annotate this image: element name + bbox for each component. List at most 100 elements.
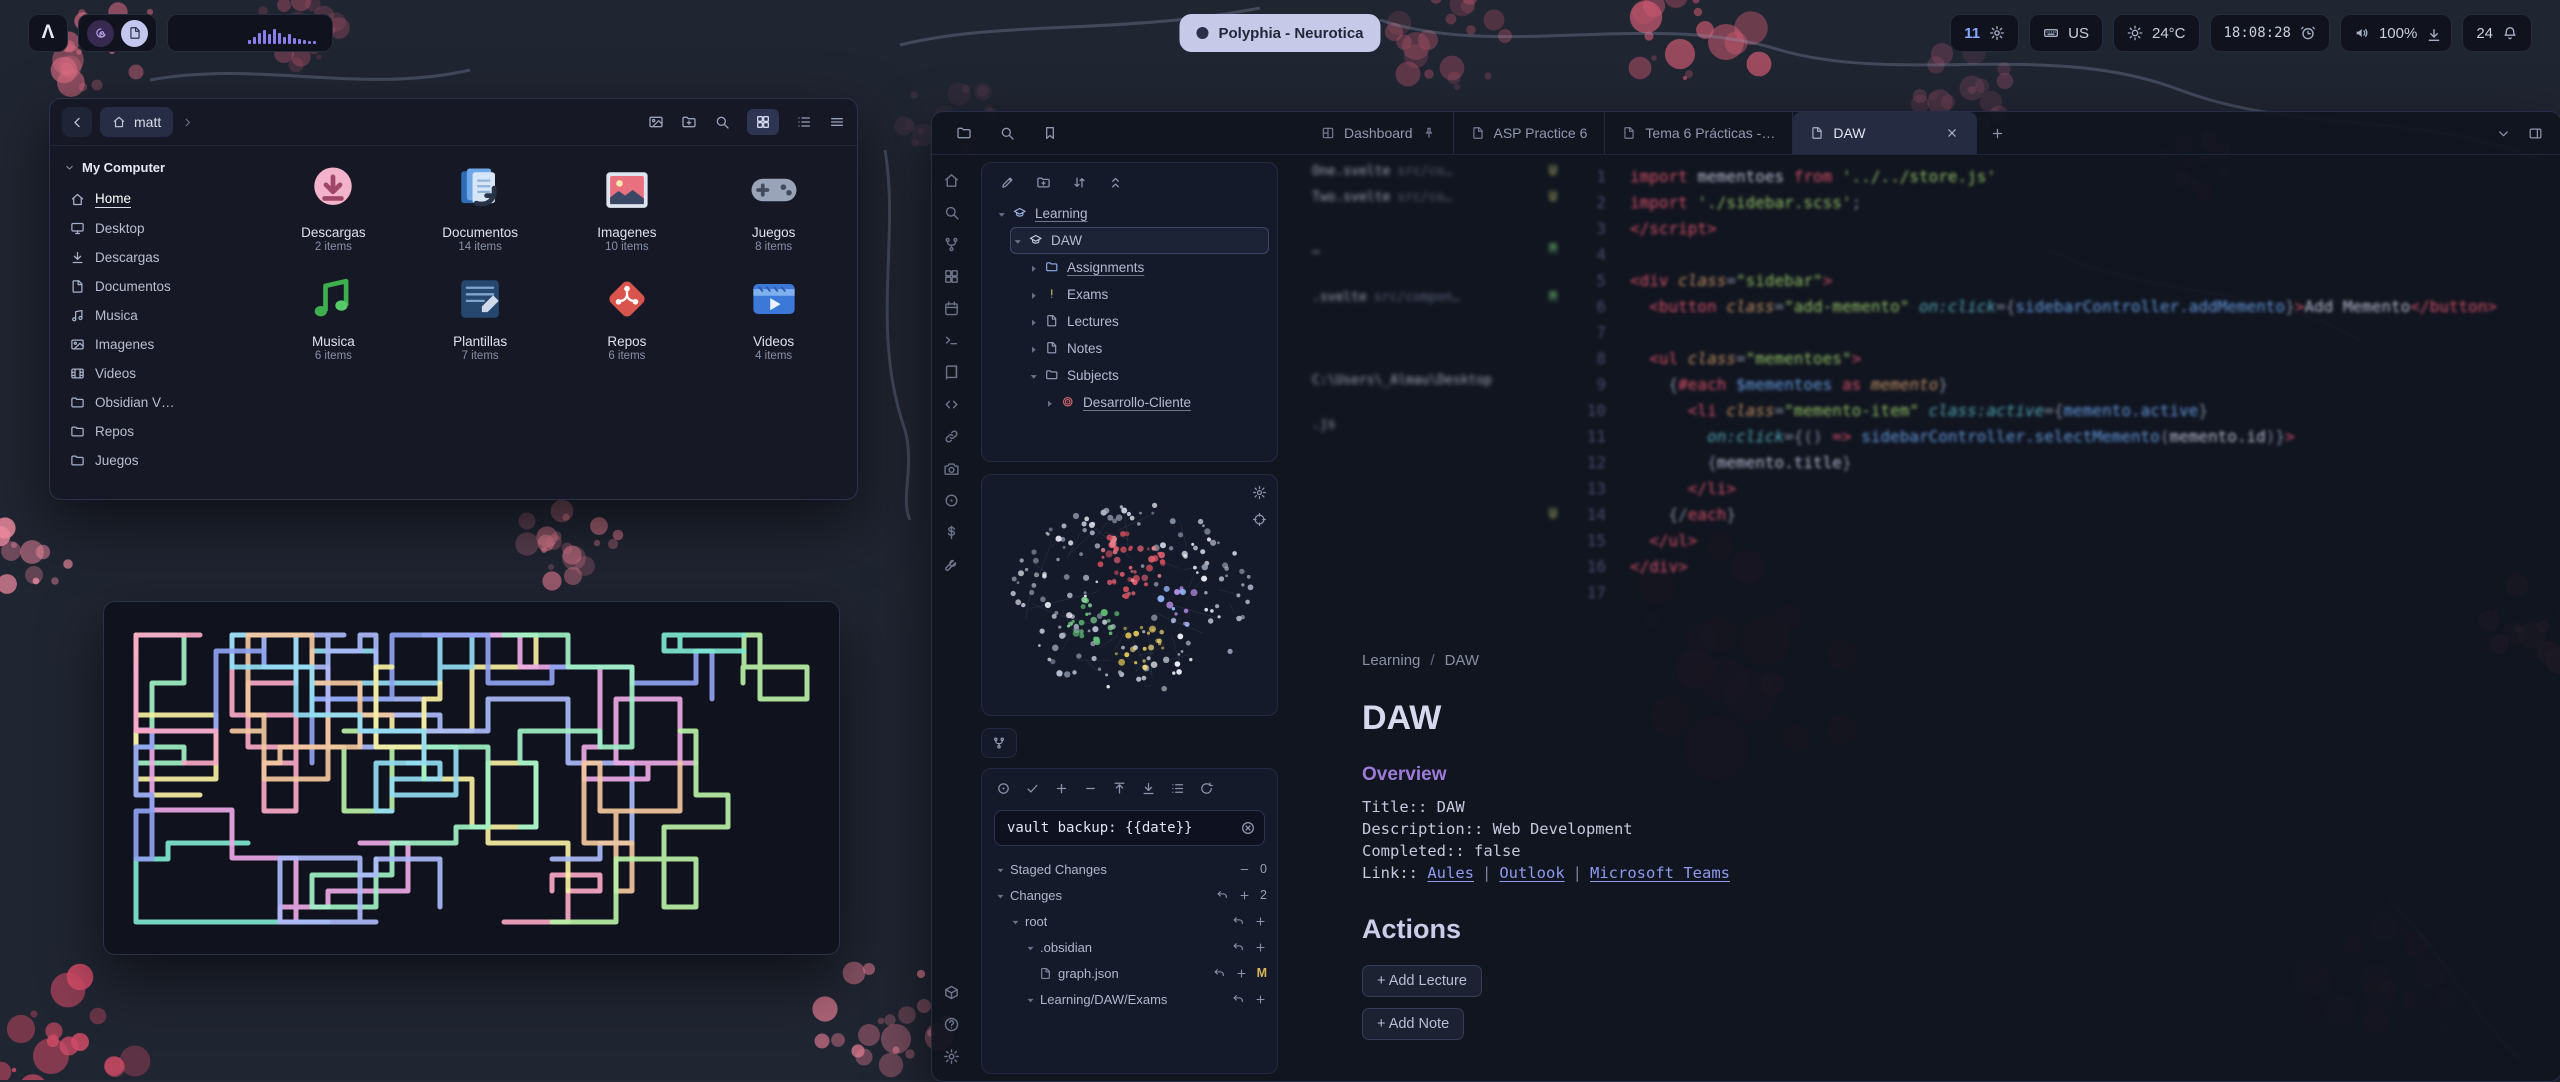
tree-item-lectures[interactable]: Lectures bbox=[1026, 308, 1269, 335]
updates-module[interactable]: 11 bbox=[1950, 14, 2019, 52]
folder-descargas[interactable]: Descargas2 items bbox=[260, 160, 407, 253]
caret-down-icon[interactable] bbox=[994, 864, 1004, 874]
caret-right-icon[interactable] bbox=[1027, 289, 1038, 300]
caret-right-icon[interactable] bbox=[1027, 316, 1038, 327]
clear-commit-icon[interactable] bbox=[1240, 820, 1256, 836]
ribbon-git-fork-icon[interactable] bbox=[943, 236, 960, 253]
caret-down-icon[interactable] bbox=[1009, 916, 1019, 926]
sidebar-item-juegos[interactable]: Juegos bbox=[62, 446, 238, 475]
graph-settings-icon[interactable] bbox=[1252, 485, 1267, 500]
caret-right-icon[interactable] bbox=[1027, 262, 1038, 273]
music-module[interactable]: Polyphia - Neurotica bbox=[1179, 14, 1380, 52]
ribbon-grid-icon[interactable] bbox=[943, 268, 960, 285]
explorer-collapse-icon[interactable] bbox=[1108, 175, 1123, 190]
volume-module[interactable]: 100% bbox=[2340, 14, 2452, 52]
grid-view-icon[interactable] bbox=[747, 109, 779, 135]
caret-down-icon[interactable] bbox=[994, 890, 1004, 900]
action-button-add-lecture[interactable]: + Add Lecture bbox=[1362, 965, 1482, 997]
ribbon-circle-dot-icon[interactable] bbox=[943, 492, 960, 509]
sidebar-item-home[interactable]: Home bbox=[62, 185, 238, 214]
notifications-module[interactable]: 24 bbox=[2462, 14, 2532, 52]
graph-view-panel[interactable] bbox=[981, 474, 1278, 716]
back-button[interactable] bbox=[62, 107, 92, 137]
keyboard-layout-module[interactable]: US bbox=[2029, 14, 2103, 52]
explorer-pencil-icon[interactable] bbox=[1000, 175, 1015, 190]
ribbon-book-icon[interactable] bbox=[943, 364, 960, 381]
git-row-root[interactable]: root bbox=[992, 908, 1267, 934]
note-link-aules[interactable]: Aules bbox=[1427, 864, 1474, 882]
git-list-icon[interactable] bbox=[1170, 781, 1185, 796]
git-panel-toggle[interactable] bbox=[981, 728, 1017, 758]
tab-daw[interactable]: DAW bbox=[1793, 112, 1976, 154]
graph-focus-icon[interactable] bbox=[1252, 512, 1267, 527]
tab-dashboard[interactable]: Dashboard bbox=[1304, 112, 1454, 154]
screenshot-icon[interactable] bbox=[648, 114, 664, 130]
git-action-undo-icon[interactable] bbox=[1232, 993, 1245, 1006]
weather-module[interactable]: 24°C bbox=[2113, 14, 2200, 52]
new-tab-button[interactable] bbox=[1977, 112, 2019, 154]
folder-repos[interactable]: Repos6 items bbox=[554, 269, 701, 362]
bookmark-tab-icon[interactable] bbox=[1042, 125, 1058, 141]
breadcrumb-part[interactable]: Learning bbox=[1362, 652, 1420, 669]
sidebar-item-musica[interactable]: Musica bbox=[62, 301, 238, 330]
ribbon-terminal-icon[interactable] bbox=[943, 332, 960, 349]
caret-down-icon[interactable] bbox=[1011, 235, 1022, 246]
sidebar-item-imagenes[interactable]: Imagenes bbox=[62, 330, 238, 359]
app-obsidian-button[interactable] bbox=[87, 20, 114, 47]
git-action-undo-icon[interactable] bbox=[1213, 967, 1226, 980]
git-action-undo-icon[interactable] bbox=[1232, 941, 1245, 954]
git-circle-dot-icon[interactable] bbox=[996, 781, 1011, 796]
tab-asp-practice-6[interactable]: ASP Practice 6 bbox=[1454, 112, 1606, 154]
git-action-undo-icon[interactable] bbox=[1216, 889, 1229, 902]
folder-videos[interactable]: Videos4 items bbox=[700, 269, 847, 362]
tab-tema-6-pr-cticas[interactable]: Tema 6 Prácticas -… bbox=[1605, 112, 1793, 154]
folder-plantillas[interactable]: Plantillas7 items bbox=[407, 269, 554, 362]
launcher-button[interactable]: Λ bbox=[28, 14, 68, 52]
app-notes-button[interactable] bbox=[121, 20, 148, 47]
git-refresh-icon[interactable] bbox=[1199, 781, 1214, 796]
caret-down-icon[interactable] bbox=[1024, 942, 1034, 952]
ribbon-code-icon[interactable] bbox=[943, 396, 960, 413]
ribbon-dollar-icon[interactable] bbox=[943, 524, 960, 541]
ribbon-camera-icon[interactable] bbox=[943, 460, 960, 477]
ribbon-home-icon[interactable] bbox=[943, 172, 960, 189]
git-upload-icon[interactable] bbox=[1112, 781, 1127, 796]
caret-down-icon[interactable] bbox=[1024, 994, 1034, 1004]
ribbon-search-icon[interactable] bbox=[943, 204, 960, 221]
sidebar-item-obsidian-v[interactable]: Obsidian V… bbox=[62, 388, 238, 417]
tree-item-subjects[interactable]: Subjects bbox=[1026, 362, 1269, 389]
git-action-undo-icon[interactable] bbox=[1232, 915, 1245, 928]
sidebar-section-header[interactable]: My Computer bbox=[64, 160, 238, 175]
sidebar-item-documentos[interactable]: Documentos bbox=[62, 272, 238, 301]
tree-item-assignments[interactable]: Assignments bbox=[1026, 254, 1269, 281]
commit-message-input[interactable] bbox=[994, 810, 1265, 846]
menu-icon[interactable] bbox=[829, 114, 845, 130]
note-breadcrumb[interactable]: Learning/DAW bbox=[1362, 652, 2182, 669]
tree-item-notes[interactable]: Notes bbox=[1026, 335, 1269, 362]
graph-canvas[interactable] bbox=[982, 475, 1279, 717]
git-row-learning-daw-exams[interactable]: Learning/DAW/Exams bbox=[992, 986, 1267, 1012]
new-folder-icon[interactable] bbox=[681, 114, 697, 130]
caret-down-icon[interactable] bbox=[1027, 370, 1038, 381]
ribbon-calendar-icon[interactable] bbox=[943, 300, 960, 317]
folder-juegos[interactable]: Juegos8 items bbox=[700, 160, 847, 253]
note-link-outlook[interactable]: Outlook bbox=[1499, 864, 1564, 882]
git-action-minus-icon[interactable] bbox=[1238, 863, 1251, 876]
close-tab-icon[interactable] bbox=[1945, 126, 1959, 140]
ribbon-help-icon[interactable] bbox=[943, 1016, 960, 1033]
search-icon[interactable] bbox=[714, 114, 730, 130]
toggle-right-sidebar-icon[interactable] bbox=[2528, 126, 2543, 141]
git-minus-icon[interactable] bbox=[1083, 781, 1098, 796]
git-row-obsidian[interactable]: .obsidian bbox=[992, 934, 1267, 960]
git-plus-icon[interactable] bbox=[1054, 781, 1069, 796]
caret-right-icon[interactable] bbox=[1043, 397, 1054, 408]
tree-item-learning[interactable]: Learning bbox=[994, 200, 1269, 227]
breadcrumb-part[interactable]: DAW bbox=[1445, 652, 1479, 669]
git-action-plus-icon[interactable] bbox=[1254, 993, 1267, 1006]
ribbon-wrench-icon[interactable] bbox=[943, 556, 960, 573]
git-action-plus-icon[interactable] bbox=[1235, 967, 1248, 980]
git-row-staged-changes[interactable]: Staged Changes0 bbox=[992, 856, 1267, 882]
note-link-microsoft-teams[interactable]: Microsoft Teams bbox=[1590, 864, 1730, 882]
tree-item-desarrollo-cliente[interactable]: Desarrollo-Cliente bbox=[1042, 389, 1269, 416]
search-tab-icon[interactable] bbox=[999, 125, 1015, 141]
